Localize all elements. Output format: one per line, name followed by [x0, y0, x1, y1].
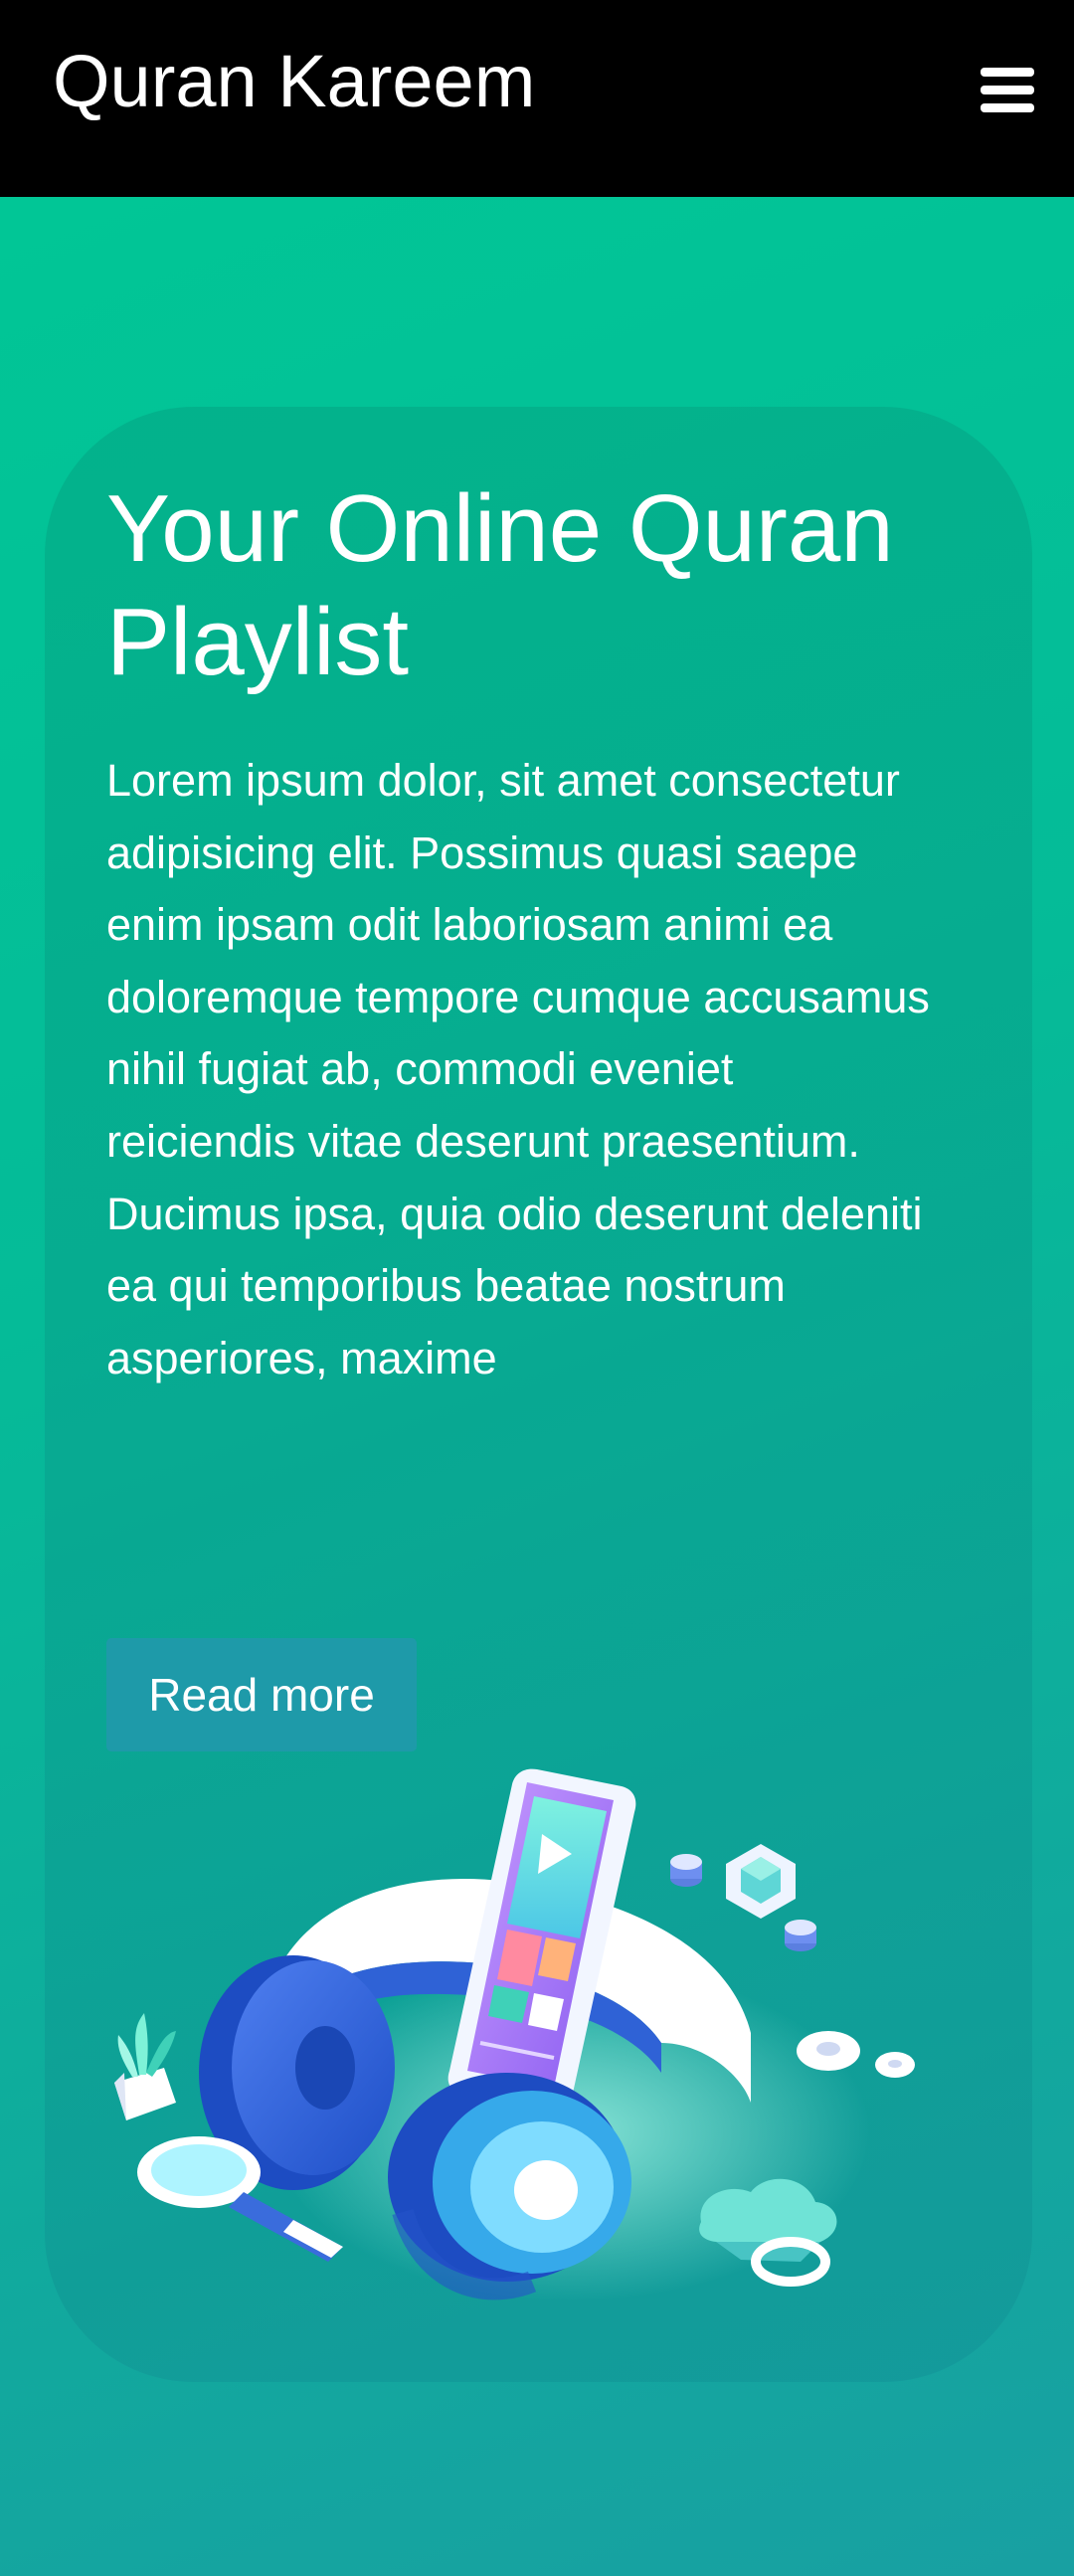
menu-bar-middle — [981, 86, 1034, 94]
read-more-button[interactable]: Read more — [106, 1638, 417, 1751]
hero-description: Lorem ipsum dolor, sit amet consectetur … — [106, 755, 930, 1383]
headphones-phone-illustration — [114, 1768, 915, 2301]
menu-bar-bottom — [981, 103, 1034, 112]
hamburger-menu-icon[interactable] — [979, 62, 1038, 117]
plant-icon — [114, 2013, 176, 2120]
hero-title: Your Online Quran Playlist — [106, 475, 894, 695]
brand-title[interactable]: Quran Kareem — [53, 40, 535, 123]
top-navbar: Quran Kareem — [0, 0, 1074, 197]
data-cube-icon — [670, 1844, 816, 1951]
menu-bar-top — [981, 68, 1034, 77]
hero-card: Your Online Quran Playlist Lorem ipsum d… — [45, 407, 1032, 2382]
